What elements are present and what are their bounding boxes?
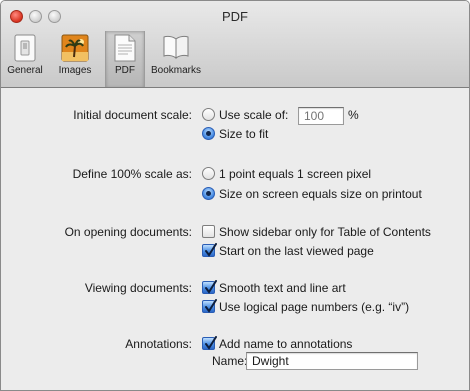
toolbar-item-general[interactable]: General (3, 31, 47, 87)
point-equals-pixel-label: 1 point equals 1 screen pixel (219, 167, 372, 181)
show-sidebar-checkbox[interactable]: Show sidebar only for Table of Contents (202, 224, 462, 240)
toolbar-item-bookmarks[interactable]: Bookmarks (147, 31, 205, 87)
logical-page-numbers-checkbox-box[interactable] (202, 299, 217, 313)
start-last-page-label: Start on the last viewed page (219, 244, 374, 258)
size-to-fit-label: Size to fit (219, 127, 269, 141)
toolbar-item-images[interactable]: Images (51, 31, 99, 87)
open-book-icon (162, 34, 190, 63)
toolbar: PDF General Images PDF Bookmarks (1, 1, 469, 88)
point-equals-pixel-radio[interactable]: 1 point equals 1 screen pixel (202, 166, 392, 182)
add-name-label: Add name to annotations (219, 337, 353, 351)
pdf-document-icon (114, 34, 136, 65)
size-to-fit-radio[interactable]: Size to fit (202, 126, 292, 142)
scale-input[interactable] (298, 107, 344, 125)
use-scale-radio-button[interactable] (202, 108, 215, 121)
start-last-page-checkbox[interactable]: Start on the last viewed page (202, 243, 402, 259)
toolbar-label-pdf: PDF (115, 65, 135, 76)
initial-scale-label: Initial document scale: (73, 108, 192, 122)
start-last-page-checkbox-box[interactable] (202, 243, 217, 257)
toolbar-label-bookmarks: Bookmarks (150, 65, 201, 76)
add-name-checkbox[interactable]: Add name to annotations (202, 336, 382, 352)
pdf-preferences-pane: Initial document scale: Use scale of: % … (1, 88, 469, 390)
opening-documents-label: On opening documents: (64, 225, 192, 239)
show-sidebar-label: Show sidebar only for Table of Contents (219, 225, 431, 239)
logical-page-numbers-label: Use logical page numbers (e.g. “iv”) (219, 300, 410, 314)
smooth-text-label: Smooth text and line art (219, 281, 346, 295)
logical-page-numbers-checkbox[interactable]: Use logical page numbers (e.g. “iv”) (202, 299, 442, 315)
use-scale-radio[interactable]: Use scale of: (202, 107, 296, 123)
window-title: PDF (222, 9, 248, 24)
viewing-documents-label: Viewing documents: (84, 281, 192, 295)
add-name-checkbox-box[interactable] (202, 336, 217, 350)
name-field-label: Name: (212, 354, 248, 368)
annotations-label: Annotations: (125, 337, 192, 351)
toolbar-label-images: Images (58, 65, 92, 76)
point-equals-pixel-radio-button[interactable] (202, 167, 215, 180)
smooth-text-checkbox[interactable]: Smooth text and line art (202, 280, 382, 296)
show-sidebar-checkbox-box[interactable] (202, 225, 215, 238)
smooth-text-checkbox-box[interactable] (202, 280, 217, 294)
name-input[interactable] (246, 352, 418, 370)
toolbar-label-general: General (7, 65, 43, 76)
palm-tree-photo-icon (61, 34, 89, 65)
use-scale-label: Use scale of: (219, 108, 289, 122)
size-equals-printout-radio[interactable]: Size on screen equals size on printout (202, 186, 452, 202)
toolbar-item-pdf[interactable]: PDF (105, 31, 145, 87)
size-to-fit-radio-button[interactable] (202, 127, 215, 140)
size-equals-printout-label: Size on screen equals size on printout (219, 187, 422, 201)
light-switch-icon (13, 34, 37, 65)
define-scale-label: Define 100% scale as: (72, 167, 192, 181)
size-equals-printout-radio-button[interactable] (202, 187, 215, 200)
preferences-window: PDF General Images PDF Bookmarks Initial… (0, 0, 470, 391)
percent-sign: % (348, 108, 359, 122)
